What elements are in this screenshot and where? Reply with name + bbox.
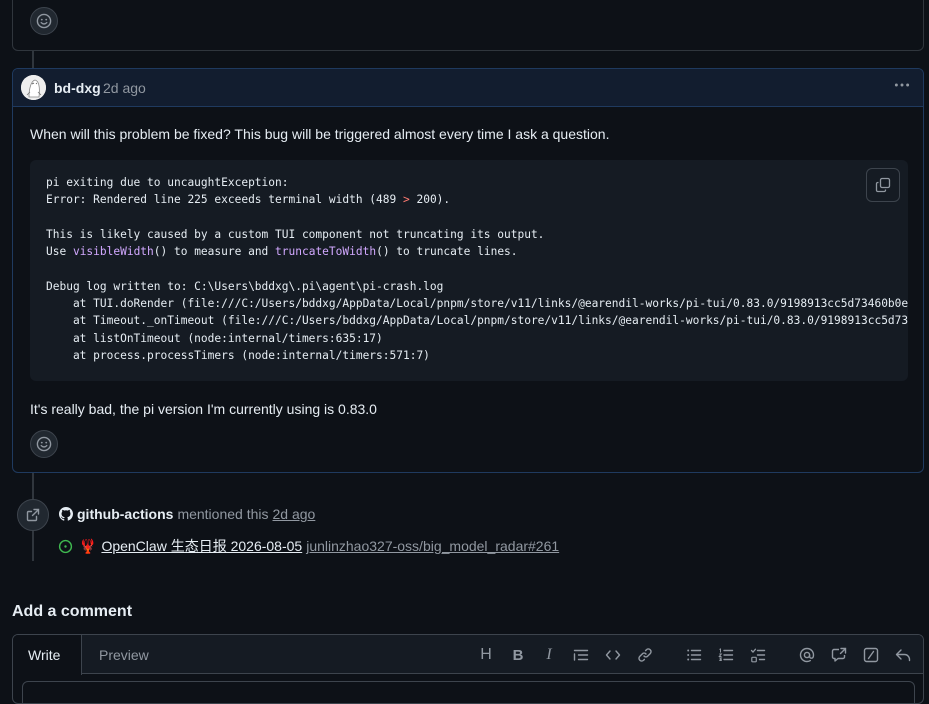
code-line: Error: Rendered line 225 exceeds termina… — [46, 193, 451, 207]
tab-preview[interactable]: Preview — [83, 635, 165, 675]
referenced-issue-repo[interactable]: junlinzhao327-oss/big_model_radar#261 — [306, 538, 559, 554]
issue-opened-icon — [58, 539, 73, 553]
add-reaction-button[interactable] — [30, 430, 58, 458]
code-line: at Timeout._onTimeout (file:///C:/Users/… — [46, 314, 908, 328]
mention-icon — [799, 647, 815, 663]
code-line: This is likely caused by a custom TUI co… — [46, 227, 545, 241]
code-icon — [605, 650, 621, 660]
slash-commands-button[interactable] — [860, 644, 882, 666]
github-logo-icon[interactable] — [59, 507, 73, 521]
cross-reference-button[interactable] — [828, 644, 850, 666]
cross-reference-badge — [17, 499, 49, 531]
copy-code-button[interactable] — [866, 168, 900, 202]
heading-icon: H — [480, 646, 492, 663]
italic-icon: I — [546, 646, 552, 663]
code-block: pi exiting due to uncaughtException: Erro… — [30, 160, 908, 381]
add-comment-heading: Add a comment — [12, 603, 133, 620]
previous-comment-card — [12, 0, 924, 51]
comment-body-outro: It's really bad, the pi version I'm curr… — [30, 401, 377, 417]
tab-write[interactable]: Write — [13, 635, 82, 675]
link-button[interactable] — [634, 644, 656, 666]
bold-button[interactable]: B — [507, 644, 529, 666]
comment-editor: Write Preview H B I — [12, 634, 924, 704]
comment-textarea[interactable] — [22, 681, 915, 703]
heading-button[interactable]: H — [475, 644, 497, 666]
timeline-connector — [32, 51, 34, 68]
italic-button[interactable]: I — [538, 644, 560, 666]
editor-toolbar: Write Preview H B I — [13, 635, 923, 675]
timeline-connector — [32, 473, 34, 499]
link-icon — [638, 648, 652, 662]
smiley-icon — [36, 13, 52, 29]
ordered-list-icon — [718, 648, 734, 661]
cross-reference-event: github-actions mentioned this 2d ago — [59, 506, 315, 522]
add-reaction-button[interactable] — [30, 7, 58, 35]
event-action: mentioned this — [177, 506, 269, 522]
comment-timestamp[interactable]: 2d ago — [103, 80, 146, 96]
code-line: Debug log written to: C:\Users\bddxg\.pi… — [46, 279, 444, 293]
copy-icon — [875, 177, 891, 193]
timeline-connector — [32, 531, 34, 561]
smiley-icon — [36, 436, 52, 452]
cross-reference-icon — [831, 647, 847, 662]
referenced-issue-title[interactable]: OpenClaw 生态日报 2026-08-05 — [101, 536, 302, 556]
issue-comment: bd-dxg 2d ago When will this problem be … — [12, 68, 924, 473]
comment-header: bd-dxg 2d ago — [13, 69, 923, 107]
comment-options-button[interactable] — [891, 76, 913, 98]
task-list-button[interactable] — [747, 644, 769, 666]
code-line: Use visibleWidth() to measure and trunca… — [46, 245, 518, 259]
cross-reference-icon — [26, 508, 40, 522]
quote-button[interactable] — [570, 644, 592, 666]
ordered-list-button[interactable] — [715, 644, 737, 666]
referenced-issue[interactable]: 🦞 OpenClaw 生态日报 2026-08-05 junlinzhao327… — [58, 536, 559, 556]
slash-commands-icon — [863, 647, 879, 663]
code-line: at TUI.doRender (file:///C:/Users/bddxg/… — [46, 297, 908, 311]
event-timestamp[interactable]: 2d ago — [273, 506, 316, 522]
code-line: at process.processTimers (node:internal/… — [46, 348, 430, 362]
code-line: at listOnTimeout (node:internal/timers:6… — [46, 331, 383, 345]
unordered-list-button[interactable] — [683, 644, 705, 666]
mention-button[interactable] — [796, 644, 818, 666]
task-list-icon — [750, 648, 766, 663]
comment-body-intro: When will this problem be fixed? This bu… — [30, 126, 610, 142]
reply-icon — [895, 649, 911, 662]
avatar[interactable] — [21, 75, 46, 100]
kebab-horizontal-icon — [894, 83, 910, 87]
code-button[interactable] — [602, 644, 624, 666]
comment-author[interactable]: bd-dxg — [54, 80, 101, 96]
unordered-list-icon — [687, 649, 702, 661]
bold-icon: B — [512, 646, 524, 664]
lobster-emoji: 🦞 — [79, 537, 97, 554]
code-line: pi exiting due to uncaughtException: — [46, 176, 289, 189]
quote-icon — [573, 649, 589, 661]
saved-replies-button[interactable] — [892, 644, 914, 666]
event-actor[interactable]: github-actions — [77, 506, 173, 522]
